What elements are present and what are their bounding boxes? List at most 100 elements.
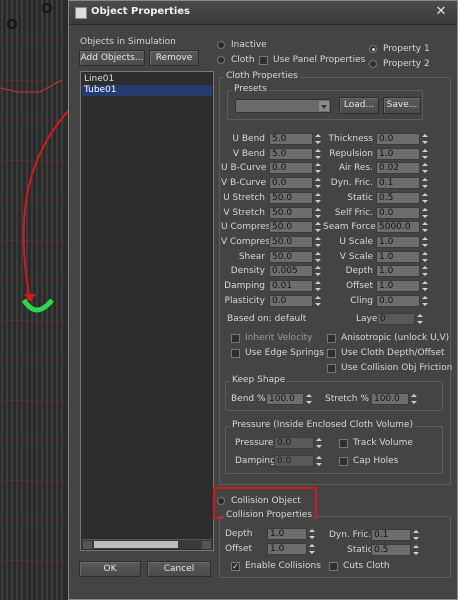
param-field[interactable]: 50.0 (269, 236, 313, 248)
param-field[interactable]: 0.1 (376, 177, 420, 189)
param-spinner[interactable] (421, 221, 428, 233)
param-spinner[interactable] (314, 148, 321, 160)
cloth-radio[interactable] (217, 56, 225, 64)
inactive-radio[interactable] (217, 41, 225, 49)
layer-field[interactable]: 0 (377, 313, 415, 325)
param-field[interactable]: 0.0 (376, 295, 420, 307)
bend-percent-spinner[interactable] (305, 393, 312, 405)
remove-button[interactable]: Remove (149, 50, 199, 66)
use-collision-friction-checkbox[interactable] (327, 364, 336, 373)
param-spinner[interactable] (421, 236, 428, 248)
param-spinner[interactable] (314, 236, 321, 248)
anisotropic-checkbox[interactable] (327, 334, 336, 343)
param-spinner[interactable] (421, 148, 428, 160)
close-icon[interactable]: ✕ (433, 4, 449, 20)
param-spinner[interactable] (314, 162, 321, 174)
property2-radio[interactable] (369, 60, 377, 68)
param-field[interactable]: 50.0 (269, 207, 313, 219)
scroll-left-icon[interactable] (83, 541, 92, 549)
pressure-spinner[interactable] (315, 437, 322, 449)
param-spinner[interactable] (421, 295, 428, 307)
viewport[interactable] (0, 0, 68, 600)
param-field[interactable]: 5000.0 (376, 221, 420, 233)
param-field[interactable]: 1.0 (376, 280, 420, 292)
scroll-right-icon[interactable] (202, 541, 211, 549)
param-label: Seam Force (323, 222, 376, 232)
cloth-mesh-view (0, 0, 68, 600)
pressure-field[interactable]: 0.0 (274, 437, 314, 449)
ok-button[interactable]: OK (79, 561, 141, 577)
param-field[interactable]: 0.0 (269, 295, 313, 307)
param-field[interactable]: 50.0 (269, 251, 313, 263)
param-field[interactable]: 0.0 (269, 177, 313, 189)
inherit-velocity-checkbox[interactable] (231, 334, 240, 343)
param-spinner[interactable] (421, 207, 428, 219)
use-edge-springs-checkbox[interactable] (231, 349, 240, 358)
list-item-selected[interactable]: Tube01 (82, 85, 212, 96)
param-field[interactable]: 50.0 (269, 192, 313, 204)
param-spinner[interactable] (421, 177, 428, 189)
param-spinner[interactable] (421, 133, 428, 145)
use-panel-properties-checkbox[interactable] (259, 56, 268, 65)
param-field[interactable]: 0.0 (376, 133, 420, 145)
param-spinner[interactable] (314, 192, 321, 204)
collision-dyn-fric-field[interactable]: 0.1 (371, 529, 411, 541)
param-spinner[interactable] (314, 251, 321, 263)
add-objects-button[interactable]: Add Objects... (79, 50, 145, 66)
param-field[interactable]: 5.0 (269, 133, 313, 145)
param-field[interactable]: 0.02 (376, 162, 420, 174)
param-spinner[interactable] (421, 162, 428, 174)
save-button[interactable]: Save... (383, 97, 421, 114)
param-field[interactable]: 0.0 (269, 162, 313, 174)
collision-depth-spinner[interactable] (308, 528, 315, 540)
param-field[interactable]: 1.0 (376, 265, 420, 277)
param-field[interactable]: 1.0 (376, 251, 420, 263)
stretch-percent-field[interactable]: 100.0 (371, 393, 409, 405)
cancel-button[interactable]: Cancel (147, 561, 211, 577)
param-field[interactable]: 1.0 (376, 148, 420, 160)
collision-dyn-fric-spinner[interactable] (412, 529, 419, 541)
bend-percent-field[interactable]: 100.0 (266, 393, 304, 405)
param-field[interactable]: 0.01 (269, 280, 313, 292)
cuts-cloth-checkbox[interactable] (329, 562, 338, 571)
horizontal-scrollbar[interactable] (82, 539, 212, 549)
param-spinner[interactable] (421, 251, 428, 263)
collision-offset-spinner[interactable] (308, 543, 315, 555)
param-spinner[interactable] (314, 177, 321, 189)
track-volume-checkbox[interactable] (339, 439, 348, 448)
objects-list[interactable]: Line01 Tube01 (80, 71, 214, 551)
collision-depth-field[interactable]: 1.0 (267, 528, 307, 540)
presets-dropdown[interactable] (235, 99, 331, 113)
param-spinner[interactable] (421, 265, 428, 277)
enable-collisions-checkbox[interactable]: ✓ (231, 562, 240, 571)
param-field[interactable]: 50.0 (269, 221, 313, 233)
param-field[interactable]: 0.0 (376, 207, 420, 219)
collision-static-field[interactable]: 0.5 (371, 544, 411, 556)
param-spinner[interactable] (421, 280, 428, 292)
param-field[interactable]: 1.0 (376, 236, 420, 248)
list-item[interactable]: Line01 (82, 74, 212, 85)
pressure-damping-spinner[interactable] (315, 455, 322, 467)
pressure-damping-field[interactable]: 0.0 (274, 455, 314, 467)
chevron-down-icon[interactable] (319, 101, 329, 111)
param-spinner[interactable] (421, 192, 428, 204)
layer-spinner[interactable] (416, 313, 423, 325)
param-field[interactable]: 5.0 (269, 148, 313, 160)
collision-offset-field[interactable]: 1.0 (267, 543, 307, 555)
param-spinner[interactable] (314, 295, 321, 307)
param-spinner[interactable] (314, 280, 321, 292)
use-cloth-depth-checkbox[interactable] (327, 349, 336, 358)
scroll-thumb[interactable] (94, 541, 178, 548)
collision-static-spinner[interactable] (412, 544, 419, 556)
param-spinner[interactable] (314, 265, 321, 277)
param-spinner[interactable] (314, 133, 321, 145)
param-field[interactable]: 0.5 (376, 192, 420, 204)
cap-holes-checkbox[interactable] (339, 457, 348, 466)
param-spinner[interactable] (314, 207, 321, 219)
param-spinner[interactable] (314, 221, 321, 233)
load-button[interactable]: Load... (339, 97, 379, 114)
title-bar[interactable]: Object Properties ✕ (69, 1, 457, 25)
property1-radio[interactable] (369, 45, 377, 53)
stretch-percent-spinner[interactable] (410, 393, 417, 405)
param-field[interactable]: 0.005 (269, 265, 313, 277)
